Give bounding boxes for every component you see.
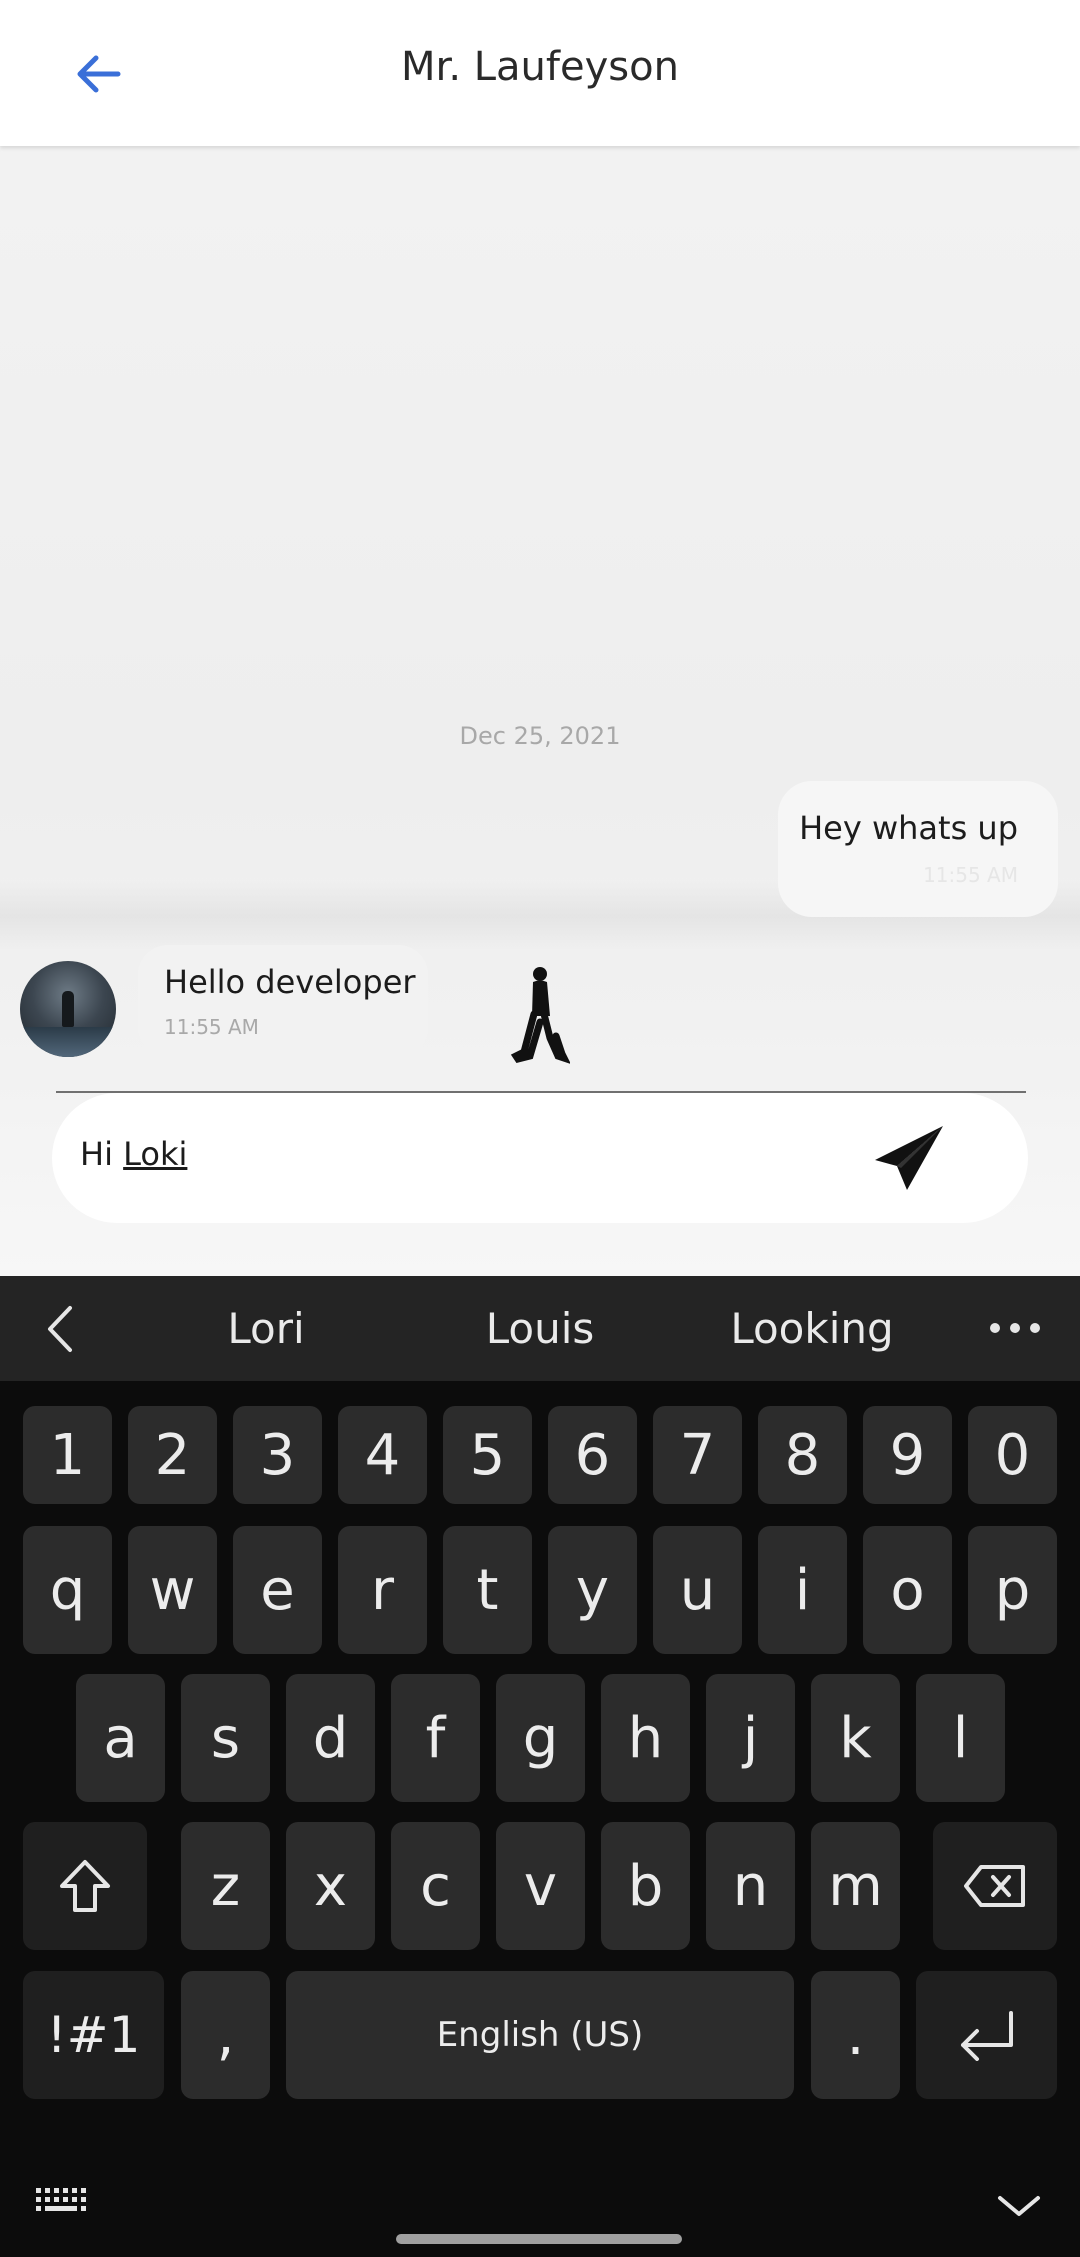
period-key[interactable]: . (811, 1971, 900, 2099)
key-y[interactable]: y (548, 1526, 637, 1654)
home-indicator[interactable] (396, 2234, 682, 2244)
backspace-key[interactable] (933, 1822, 1057, 1950)
key-3[interactable]: 3 (233, 1406, 322, 1504)
key-w[interactable]: w (128, 1526, 217, 1654)
key-x[interactable]: x (286, 1822, 375, 1950)
key-v[interactable]: v (496, 1822, 585, 1950)
key-s[interactable]: s (181, 1674, 270, 1802)
comma-key[interactable]: , (181, 1971, 270, 2099)
message-input[interactable]: Hi Loki (52, 1093, 1028, 1223)
key-l[interactable]: l (916, 1674, 1005, 1802)
key-z[interactable]: z (181, 1822, 270, 1950)
message-input-text[interactable]: Hi Loki (80, 1135, 187, 1173)
more-options-icon[interactable] (990, 1321, 1040, 1335)
walking-person-silhouette (510, 967, 570, 1064)
chat-area: Dec 25, 2021 Hey whats up 11:55 AM Hello… (0, 146, 1080, 1276)
key-n[interactable]: n (706, 1822, 795, 1950)
key-7[interactable]: 7 (653, 1406, 742, 1504)
key-1[interactable]: 1 (23, 1406, 112, 1504)
symbols-key[interactable]: !#1 (23, 1971, 164, 2099)
key-4[interactable]: 4 (338, 1406, 427, 1504)
key-f[interactable]: f (391, 1674, 480, 1802)
space-key[interactable]: English (US) (286, 1971, 794, 2099)
key-e[interactable]: e (233, 1526, 322, 1654)
enter-icon (960, 2011, 1013, 2061)
key-c[interactable]: c (391, 1822, 480, 1950)
app-header: Mr. Laufeyson (0, 0, 1080, 146)
key-j[interactable]: j (706, 1674, 795, 1802)
key-5[interactable]: 5 (443, 1406, 532, 1504)
outgoing-message-bubble[interactable]: Hey whats up 11:55 AM (778, 781, 1058, 917)
send-button[interactable] (864, 1113, 954, 1203)
key-0[interactable]: 0 (968, 1406, 1057, 1504)
key-q[interactable]: q (23, 1526, 112, 1654)
key-a[interactable]: a (76, 1674, 165, 1802)
key-9[interactable]: 9 (863, 1406, 952, 1504)
suggestion-bar: Lori Louis Looking (0, 1276, 1080, 1381)
suggestion-item[interactable]: Louis (420, 1304, 660, 1353)
keyboard-switch-icon[interactable] (34, 2186, 88, 2216)
message-text: Hello developer (164, 963, 416, 1001)
key-2[interactable]: 2 (128, 1406, 217, 1504)
key-g[interactable]: g (496, 1674, 585, 1802)
hide-keyboard-icon[interactable] (996, 2192, 1042, 2220)
key-t[interactable]: t (443, 1526, 532, 1654)
date-divider: Dec 25, 2021 (459, 722, 621, 750)
suggestion-item[interactable]: Looking (692, 1304, 932, 1353)
chat-title: Mr. Laufeyson (401, 44, 679, 90)
key-o[interactable]: o (863, 1526, 952, 1654)
key-r[interactable]: r (338, 1526, 427, 1654)
key-8[interactable]: 8 (758, 1406, 847, 1504)
suggestion-collapse-button[interactable] (34, 1304, 84, 1354)
backspace-icon (964, 1865, 1025, 1907)
key-h[interactable]: h (601, 1674, 690, 1802)
chevron-left-icon (48, 1306, 72, 1352)
avatar[interactable] (20, 961, 116, 1057)
key-d[interactable]: d (286, 1674, 375, 1802)
key-p[interactable]: p (968, 1526, 1057, 1654)
shift-arrow-icon (60, 1860, 110, 1912)
incoming-message-bubble[interactable]: Hello developer 11:55 AM (138, 945, 428, 1057)
message-text: Hey whats up (799, 809, 1018, 847)
enter-key[interactable] (916, 1971, 1057, 2099)
paper-plane-icon (875, 1126, 943, 1190)
suggestion-item[interactable]: Lori (146, 1304, 386, 1353)
shift-key[interactable] (23, 1822, 147, 1950)
key-i[interactable]: i (758, 1526, 847, 1654)
key-b[interactable]: b (601, 1822, 690, 1950)
key-k[interactable]: k (811, 1674, 900, 1802)
keyboard: Lori Louis Looking 1 2 3 4 5 6 7 8 9 0 q… (0, 1276, 1080, 2257)
message-time: 11:55 AM (923, 863, 1018, 887)
key-m[interactable]: m (811, 1822, 900, 1950)
message-time: 11:55 AM (164, 1015, 259, 1039)
key-u[interactable]: u (653, 1526, 742, 1654)
key-6[interactable]: 6 (548, 1406, 637, 1504)
